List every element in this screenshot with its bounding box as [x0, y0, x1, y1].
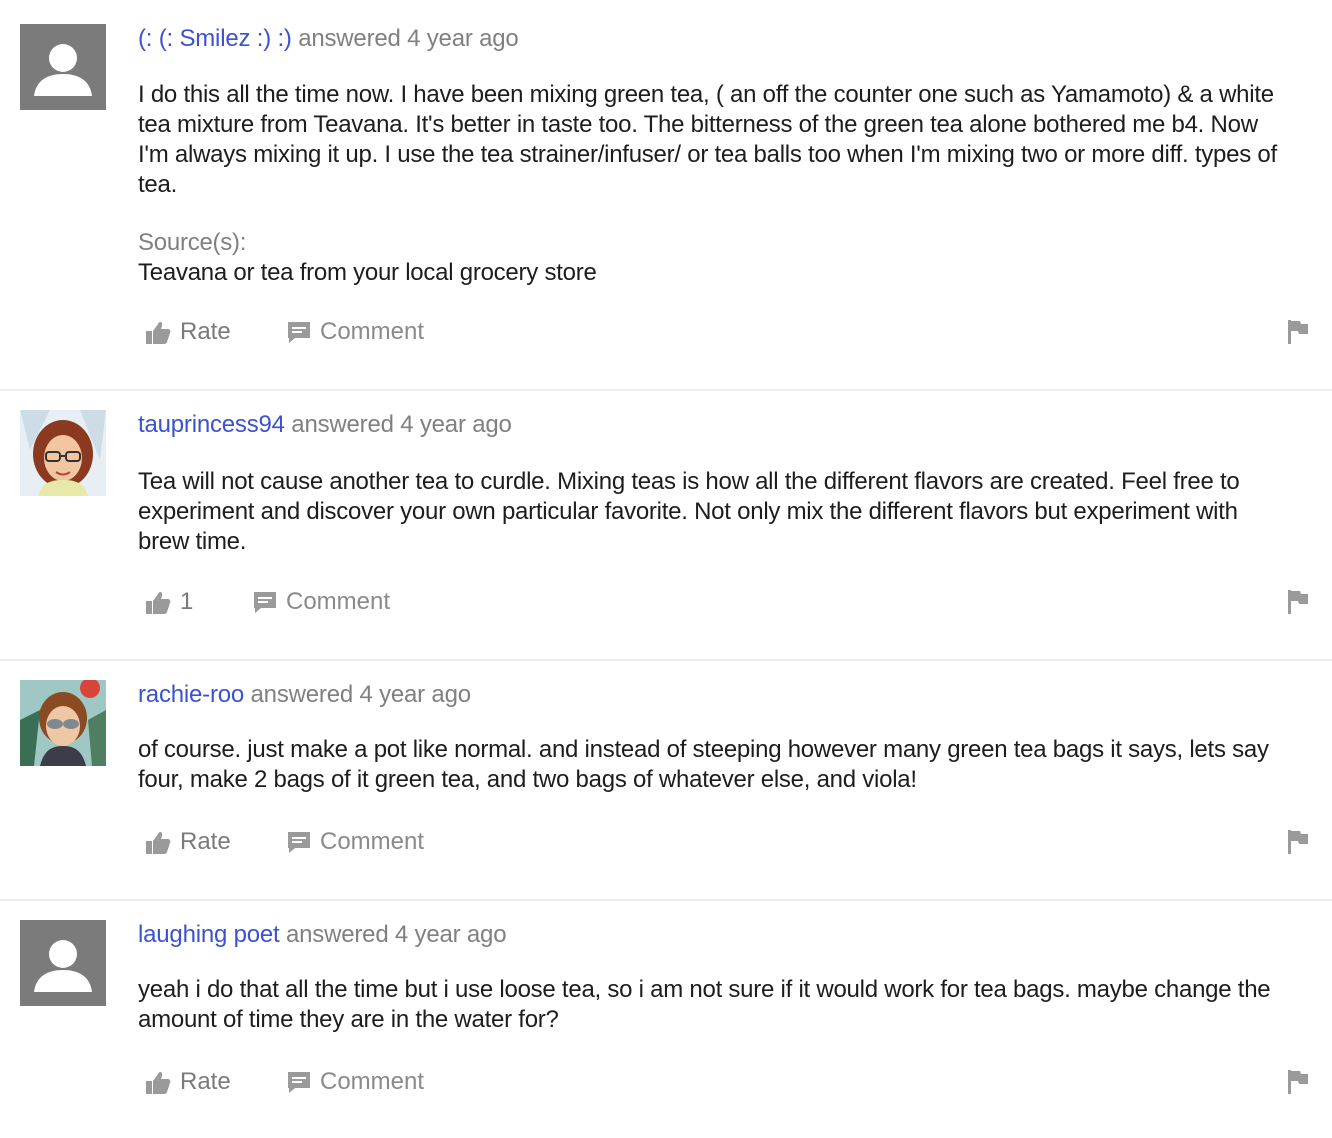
answer-meta: (: (: Smilez :) :) answered 4 year ago: [138, 24, 519, 54]
default-avatar[interactable]: [20, 920, 106, 1006]
author-link[interactable]: rachie-roo: [138, 681, 244, 708]
comment-icon: [288, 832, 310, 853]
answered-time: answered 4 year ago: [286, 921, 507, 948]
comment-icon: [254, 592, 276, 613]
thumbs-up-icon: [146, 831, 171, 854]
avatar-image: [20, 410, 106, 496]
rate-label: Rate: [180, 318, 231, 345]
answered-time: answered 4 year ago: [291, 411, 512, 438]
answered-time: answered 4 year ago: [250, 681, 472, 708]
answer-actions: 1 Comment: [0, 582, 1332, 622]
source-text: Teavana or tea from your local grocery s…: [138, 259, 597, 286]
answer-text-line: four, make 2 bags of it green tea, and t…: [138, 766, 917, 793]
default-user-icon: [34, 44, 92, 96]
answer-text-line: amount of time they are in the water for…: [138, 1006, 559, 1033]
comment-button[interactable]: Comment: [286, 822, 424, 862]
comment-button[interactable]: Comment: [286, 312, 424, 352]
answer-text-line: I'm always mixing it up. I use the tea s…: [138, 141, 1277, 168]
comment-button[interactable]: Comment: [252, 582, 390, 622]
flag-icon[interactable]: [1286, 318, 1310, 346]
comment-button[interactable]: Comment: [286, 1062, 424, 1102]
flag-icon[interactable]: [1286, 828, 1310, 856]
answer-text: yeah i do that all the time but i use lo…: [138, 975, 1318, 1035]
answer-text-line: tea.: [138, 171, 178, 198]
default-avatar[interactable]: [20, 24, 106, 110]
author-link[interactable]: tauprincess94: [138, 411, 285, 438]
answer-actions: Rate Comment: [0, 1062, 1332, 1102]
answer-separator: [0, 659, 1332, 661]
answer-meta: tauprincess94 answered 4 year ago: [138, 410, 512, 440]
answer-text-line: I do this all the time now. I have been …: [138, 81, 1274, 108]
answer-separator: [0, 389, 1332, 391]
comment-icon: [288, 322, 310, 343]
comment-label: Comment: [320, 1068, 425, 1095]
answer-text-line: experiment and discover your own particu…: [138, 498, 1238, 525]
rate-button[interactable]: Rate: [144, 1062, 231, 1102]
rate-label: Rate: [180, 1068, 231, 1095]
answer-meta: rachie-roo answered 4 year ago: [138, 680, 471, 710]
rate-count: 1: [180, 588, 194, 615]
rate-button[interactable]: 1: [144, 582, 193, 622]
answer-source: Source(s): Teavana or tea from your loca…: [138, 228, 1318, 288]
answer-separator: [0, 899, 1332, 901]
answer-text-line: yeah i do that all the time but i use lo…: [138, 976, 1271, 1003]
answer-text: of course. just make a pot like normal. …: [138, 735, 1318, 795]
answer-actions: Rate Comment: [0, 312, 1332, 352]
author-link[interactable]: laughing poet: [138, 921, 280, 948]
answer-text-line: of course. just make a pot like normal. …: [138, 736, 1269, 763]
flag-icon[interactable]: [1286, 588, 1310, 616]
comment-label: Comment: [320, 828, 425, 855]
source-label: Source(s):: [138, 229, 247, 256]
default-user-icon: [34, 940, 92, 992]
rate-button[interactable]: Rate: [144, 312, 231, 352]
comment-icon: [288, 1072, 310, 1093]
thumbs-up-icon: [146, 1071, 171, 1094]
answer-text-line: brew time.: [138, 528, 247, 555]
thumbs-up-icon: [146, 591, 171, 614]
author-link[interactable]: (: (: Smilez :) :): [138, 25, 292, 52]
answer-text: I do this all the time now. I have been …: [138, 80, 1318, 200]
answer-text: Tea will not cause another tea to curdle…: [138, 467, 1318, 557]
comment-label: Comment: [320, 318, 425, 345]
answer-actions: Rate Comment: [0, 822, 1332, 862]
answer-text-line: Tea will not cause another tea to curdle…: [138, 468, 1240, 495]
rate-label: Rate: [180, 828, 231, 855]
answered-time: answered 4 year ago: [298, 25, 519, 52]
user-avatar[interactable]: [20, 410, 106, 496]
flag-icon[interactable]: [1286, 1068, 1310, 1096]
avatar-image: [20, 680, 106, 766]
answer-meta: laughing poet answered 4 year ago: [138, 920, 507, 950]
thumbs-up-icon: [146, 321, 171, 344]
user-avatar[interactable]: [20, 680, 106, 766]
answer-text-line: tea mixture from Teavana. It's better in…: [138, 111, 1258, 138]
comment-label: Comment: [286, 588, 391, 615]
rate-button[interactable]: Rate: [144, 822, 231, 862]
